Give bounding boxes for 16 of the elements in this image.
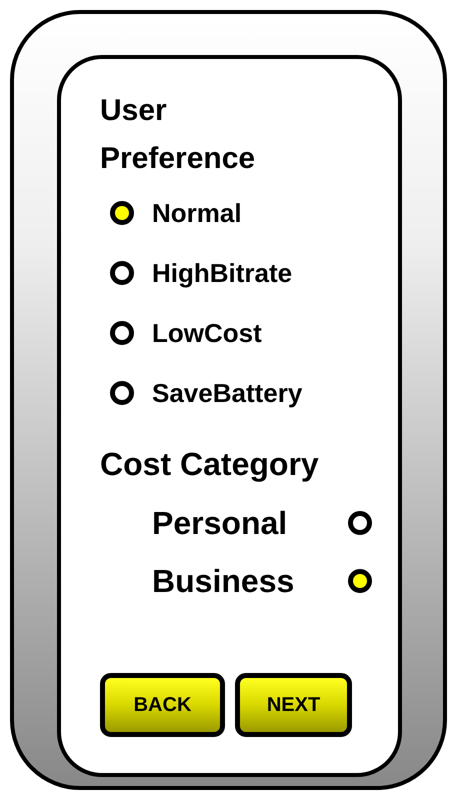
option-label: Business [152,562,296,600]
next-button[interactable]: NEXT [235,673,352,737]
radio-button[interactable] [348,569,372,593]
option-label: Personal [152,504,288,542]
option-label: HighBitrate [152,258,292,288]
radio-button[interactable] [110,381,134,405]
radio-button[interactable] [110,201,134,225]
radio-button[interactable] [110,261,134,285]
radio-button[interactable] [110,321,134,345]
option-label: LowCost [152,318,262,348]
section-title: User Preference [100,93,256,177]
radio-button[interactable] [348,511,372,535]
option-label: Normal [152,198,242,228]
section-title: Cost Category [100,445,320,484]
option-label: SaveBattery [152,378,302,408]
back-button[interactable]: BACK [100,673,225,737]
